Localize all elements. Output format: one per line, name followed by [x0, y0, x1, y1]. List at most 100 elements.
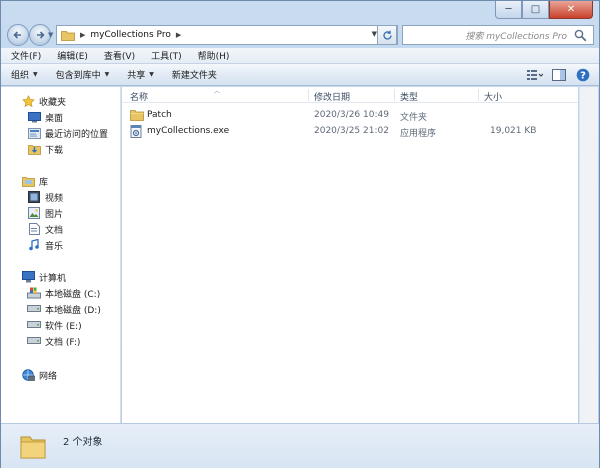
menu-file[interactable]: 文件(F) [1, 49, 47, 62]
include-in-library-button[interactable]: 包含到库中 ▼ [46, 68, 118, 81]
search-icon[interactable] [574, 29, 587, 42]
desktop-icon [27, 111, 41, 122]
file-row[interactable]: myCollections.exe 2020/3/25 21:02 应用程序 1… [122, 124, 578, 140]
nav-label: 下载 [45, 145, 64, 156]
new-folder-button[interactable]: 新建文件夹 [162, 68, 225, 81]
file-name: Patch [147, 110, 172, 120]
nav-drive-f[interactable]: 文档 (F:) [1, 333, 121, 349]
nav-music[interactable]: 音乐 [1, 237, 121, 253]
menu-tools[interactable]: 工具(T) [141, 49, 188, 62]
help-button[interactable]: ? [571, 65, 595, 85]
help-icon: ? [576, 68, 590, 82]
library-icon [21, 177, 35, 187]
star-icon [21, 94, 35, 107]
preview-pane-button[interactable] [547, 65, 571, 85]
file-modified: 2020/3/25 21:02 [314, 126, 389, 136]
nav-label: 收藏夹 [39, 97, 67, 108]
view-controls: ? [523, 64, 595, 86]
nav-favorites[interactable]: 收藏夹 [1, 93, 121, 109]
nav-computer[interactable]: 计算机 [1, 269, 121, 285]
nav-libraries[interactable]: 库 [1, 173, 121, 189]
nav-label: 软件 (E:) [45, 321, 82, 332]
nav-drive-c[interactable]: 本地磁盘 (C:) [1, 285, 121, 301]
chevron-down-icon: ▼ [33, 71, 38, 78]
drive-icon [27, 305, 41, 312]
recent-pages-dropdown[interactable]: ▼ [48, 31, 56, 39]
minimize-button[interactable]: ─ [495, 1, 522, 19]
column-divider[interactable] [478, 89, 479, 101]
nav-downloads[interactable]: 下载 [1, 141, 121, 157]
window-controls: ─ □ ✕ [495, 1, 593, 19]
command-bar: 组织 ▼ 包含到库中 ▼ 共享 ▼ 新建文件夹 ? [1, 64, 599, 86]
arrow-left-icon [13, 31, 21, 39]
nav-label: 文档 [45, 225, 64, 236]
nav-label: 网络 [39, 371, 58, 382]
back-button[interactable] [7, 24, 29, 46]
menu-edit[interactable]: 编辑(E) [47, 49, 94, 62]
history-buttons [7, 24, 53, 46]
menu-bar: 文件(F) 编辑(E) 查看(V) 工具(T) 帮助(H) [1, 48, 599, 64]
breadcrumb-separator: ▶ [175, 31, 182, 39]
share-label: 共享 [127, 71, 146, 81]
column-divider[interactable] [308, 89, 309, 101]
vertical-scrollbar[interactable] [579, 87, 598, 423]
column-name[interactable]: 名称 [130, 90, 148, 103]
column-type[interactable]: 类型 [400, 90, 418, 103]
nav-label: 本地磁盘 (D:) [45, 305, 101, 316]
nav-label: 计算机 [39, 273, 67, 284]
svg-text:?: ? [580, 71, 586, 82]
nav-pictures[interactable]: 图片 [1, 205, 121, 221]
music-icon [29, 239, 39, 251]
menu-view[interactable]: 查看(V) [94, 49, 141, 62]
column-header: 名称 ︿ 修改日期 类型 大小 [122, 87, 578, 103]
chevron-down-icon: ▼ [149, 71, 154, 78]
close-button[interactable]: ✕ [549, 1, 593, 19]
nav-drive-e[interactable]: 软件 (E:) [1, 317, 121, 333]
organize-label: 组织 [11, 71, 30, 81]
file-size: 19,021 KB [490, 126, 537, 136]
organize-button[interactable]: 组织 ▼ [1, 68, 46, 81]
details-pane: 2 个对象 [1, 423, 599, 468]
share-button[interactable]: 共享 ▼ [117, 68, 162, 81]
computer-icon [21, 271, 35, 283]
file-list: 名称 ︿ 修改日期 类型 大小 Patch 2020/3/26 10:49 文件… [122, 87, 578, 423]
explorer-window: ─ □ ✕ ▼ ▶ myCollections Pro ▶ ▼ 搜索 myCol… [0, 0, 600, 468]
nav-network[interactable]: 网络 [1, 367, 121, 383]
folder-icon [130, 110, 144, 121]
search-placeholder: 搜索 myCollections Pro [465, 31, 567, 42]
system-drive-icon [27, 287, 41, 299]
document-icon [28, 223, 40, 235]
nav-desktop[interactable]: 桌面 [1, 109, 121, 125]
nav-label: 文档 (F:) [45, 337, 81, 348]
downloads-icon [27, 145, 41, 155]
sort-ascending-icon: ︿ [214, 88, 221, 95]
view-list-icon [527, 70, 543, 80]
column-modified[interactable]: 修改日期 [314, 90, 350, 103]
nav-drive-d[interactable]: 本地磁盘 (D:) [1, 301, 121, 317]
file-name-cell: myCollections.exe [130, 125, 310, 138]
breadcrumb-current[interactable]: myCollections Pro [90, 30, 170, 40]
folder-icon [61, 30, 75, 41]
nav-label: 视频 [45, 193, 64, 204]
refresh-icon [382, 30, 392, 40]
column-size[interactable]: 大小 [484, 90, 502, 103]
menu-help[interactable]: 帮助(H) [188, 49, 236, 62]
nav-videos[interactable]: 视频 [1, 189, 121, 205]
address-bar[interactable]: ▶ myCollections Pro ▶ ▼ [56, 25, 398, 45]
nav-recent-places[interactable]: 最近访问的位置 [1, 125, 121, 141]
chevron-down-icon: ▼ [104, 71, 110, 78]
refresh-button[interactable] [377, 25, 397, 45]
network-icon [22, 369, 35, 381]
nav-label: 音乐 [45, 241, 64, 252]
nav-label: 最近访问的位置 [45, 129, 109, 140]
maximize-button[interactable]: □ [522, 1, 549, 19]
file-row[interactable]: Patch 2020/3/26 10:49 文件夹 [122, 108, 578, 124]
video-icon [28, 191, 40, 203]
column-divider[interactable] [394, 89, 395, 101]
exe-icon [130, 125, 142, 138]
nav-documents[interactable]: 文档 [1, 221, 121, 237]
file-type: 文件夹 [400, 113, 428, 123]
change-view-button[interactable] [523, 65, 547, 85]
search-box[interactable]: 搜索 myCollections Pro [402, 25, 594, 45]
new-folder-label: 新建文件夹 [171, 71, 217, 81]
